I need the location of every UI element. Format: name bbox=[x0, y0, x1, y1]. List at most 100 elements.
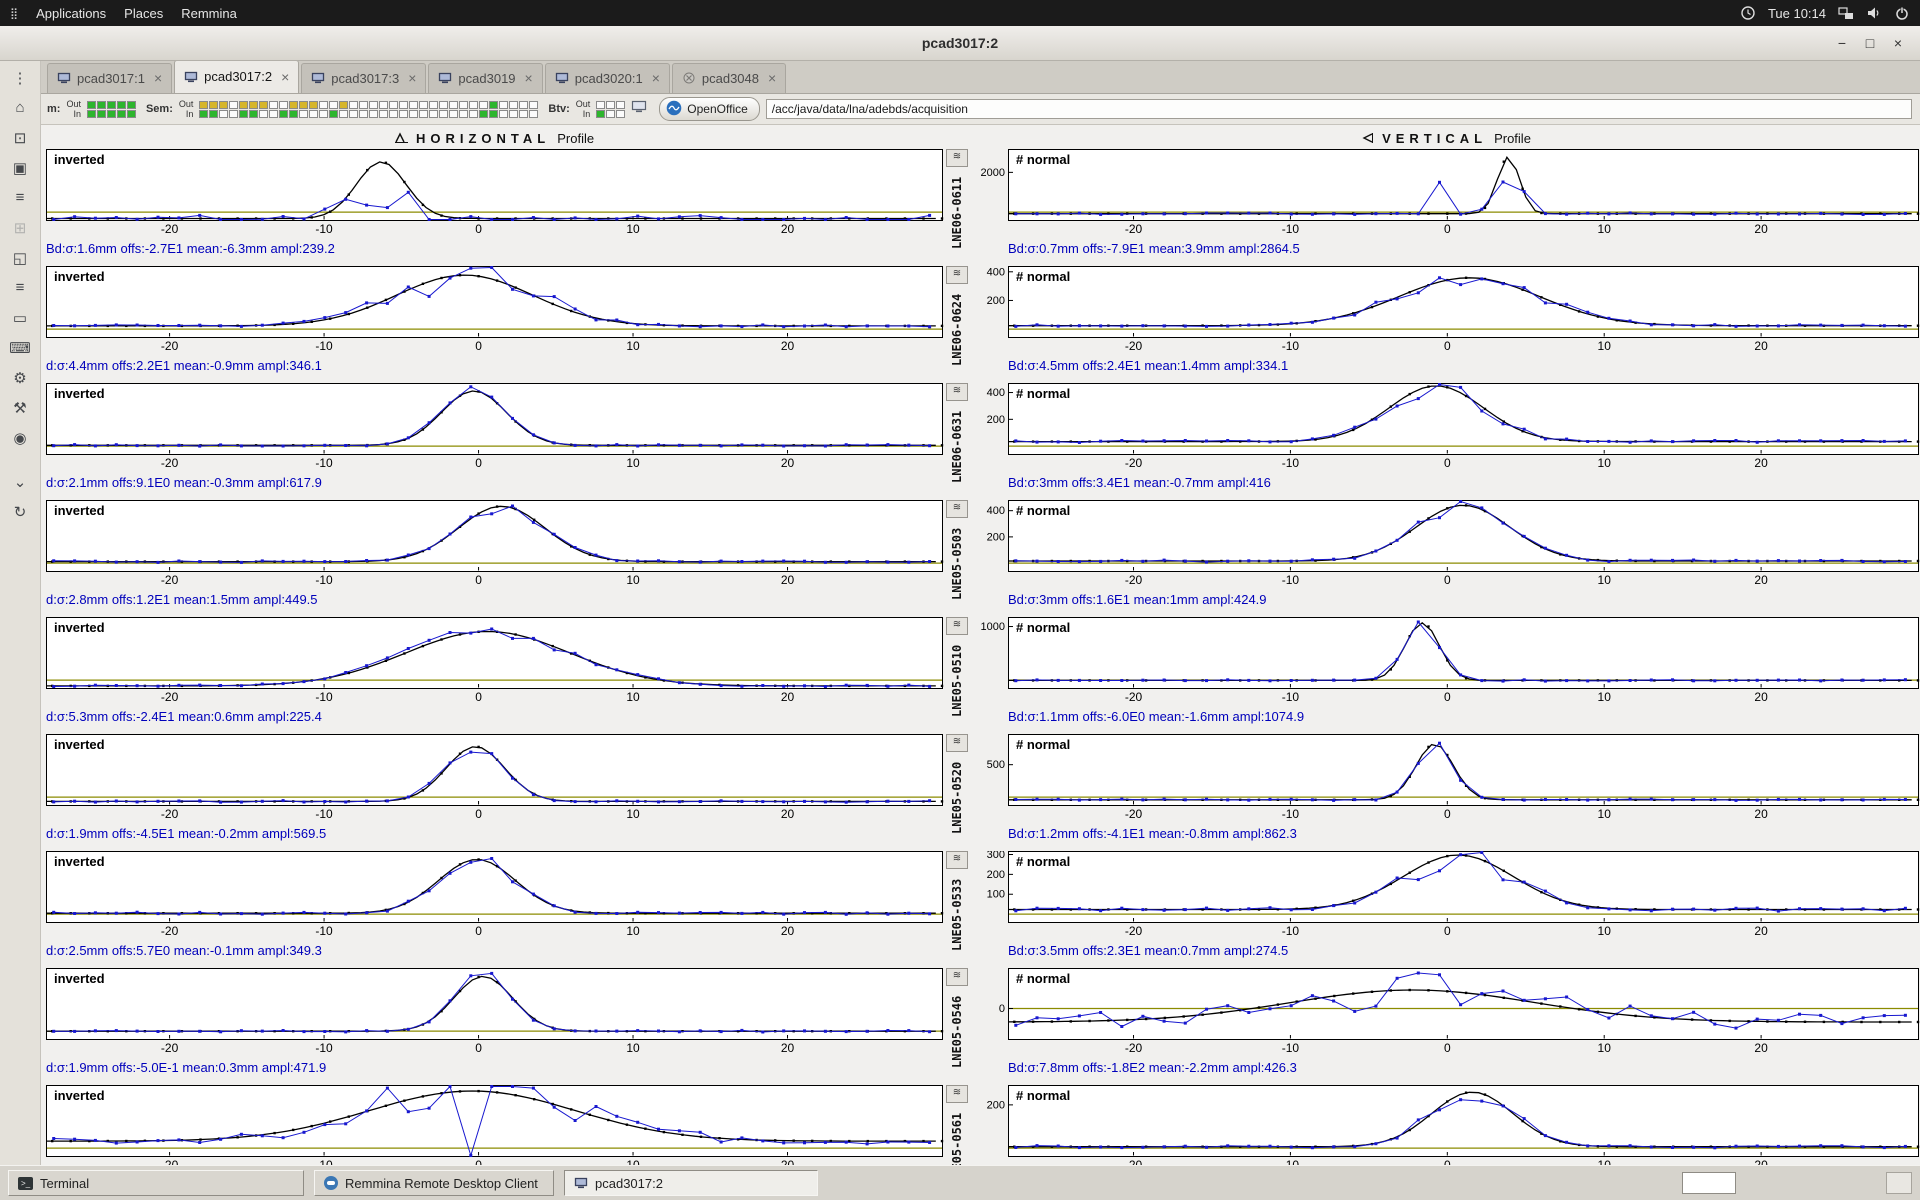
taskbar-item-3[interactable]: pcad3017:2 bbox=[564, 1170, 818, 1196]
menu-places[interactable]: Places bbox=[124, 6, 163, 21]
checkbox[interactable] bbox=[616, 109, 626, 118]
checkbox[interactable] bbox=[289, 100, 299, 109]
checkbox[interactable] bbox=[239, 100, 249, 109]
checkbox[interactable] bbox=[349, 109, 359, 118]
checkbox[interactable] bbox=[519, 109, 529, 118]
checkbox[interactable] bbox=[519, 100, 529, 109]
checkbox[interactable] bbox=[489, 100, 499, 109]
tab-pcad3017:3[interactable]: pcad3017:3 × bbox=[301, 63, 427, 93]
checkbox[interactable] bbox=[509, 109, 519, 118]
checkbox[interactable] bbox=[469, 100, 479, 109]
checkbox[interactable] bbox=[339, 109, 349, 118]
checkbox[interactable] bbox=[106, 100, 116, 109]
checkbox[interactable] bbox=[309, 109, 319, 118]
profile-type-icon[interactable]: ≋ bbox=[946, 1085, 968, 1103]
checkbox[interactable] bbox=[529, 109, 539, 118]
tab-close-icon[interactable]: × bbox=[768, 70, 776, 86]
tab-pcad3019[interactable]: pcad3019 × bbox=[428, 63, 543, 93]
checkbox[interactable] bbox=[229, 109, 239, 118]
checkbox[interactable] bbox=[389, 109, 399, 118]
checkbox[interactable] bbox=[369, 100, 379, 109]
checkbox[interactable] bbox=[199, 109, 209, 118]
scaling-icon[interactable]: ◱ bbox=[7, 246, 33, 269]
clock[interactable]: Tue 10:14 bbox=[1768, 6, 1826, 21]
tab-pcad3048[interactable]: pcad3048 × bbox=[671, 63, 787, 93]
tab-pcad3020:1[interactable]: pcad3020:1 × bbox=[544, 63, 670, 93]
checkbox[interactable] bbox=[616, 100, 626, 109]
checkbox[interactable] bbox=[596, 100, 606, 109]
checkbox[interactable] bbox=[126, 109, 136, 118]
checkbox[interactable] bbox=[349, 100, 359, 109]
checkbox[interactable] bbox=[429, 100, 439, 109]
checkbox[interactable] bbox=[86, 100, 96, 109]
tray-corner[interactable] bbox=[1886, 1172, 1912, 1194]
taskbar-item-2[interactable]: Remmina Remote Desktop Client bbox=[314, 1170, 554, 1196]
switch-tab-icon[interactable]: ≡ bbox=[7, 186, 33, 209]
profile-type-icon[interactable]: ≋ bbox=[946, 383, 968, 401]
checkbox[interactable] bbox=[529, 100, 539, 109]
checkbox[interactable] bbox=[359, 109, 369, 118]
checkbox[interactable] bbox=[429, 109, 439, 118]
path-field[interactable]: /acc/java/data/lna/adebds/acquisition bbox=[765, 99, 1912, 119]
checkbox[interactable] bbox=[399, 100, 409, 109]
taskbar-item-1[interactable]: >_ Terminal bbox=[8, 1170, 304, 1196]
home-connection-icon[interactable]: ⌂ bbox=[7, 96, 33, 119]
tab-close-icon[interactable]: × bbox=[281, 69, 289, 85]
detach-window-icon[interactable]: ▭ bbox=[7, 306, 33, 329]
checkbox[interactable] bbox=[459, 109, 469, 118]
checkbox[interactable] bbox=[479, 109, 489, 118]
menu-applications[interactable]: Applications bbox=[36, 6, 106, 21]
tab-close-icon[interactable]: × bbox=[408, 70, 416, 86]
checkbox[interactable] bbox=[419, 100, 429, 109]
checkbox[interactable] bbox=[249, 100, 259, 109]
checkbox[interactable] bbox=[479, 100, 489, 109]
checkbox[interactable] bbox=[419, 109, 429, 118]
tab-close-icon[interactable]: × bbox=[652, 70, 660, 86]
checkbox[interactable] bbox=[239, 109, 249, 118]
checkbox[interactable] bbox=[499, 109, 509, 118]
profile-type-icon[interactable]: ≋ bbox=[946, 617, 968, 635]
checkbox[interactable] bbox=[469, 109, 479, 118]
checkbox[interactable] bbox=[116, 100, 126, 109]
checkbox[interactable] bbox=[459, 100, 469, 109]
checkbox[interactable] bbox=[439, 109, 449, 118]
multi-monitor-icon[interactable]: ⊞ bbox=[7, 216, 33, 239]
checkbox[interactable] bbox=[339, 100, 349, 109]
checkbox[interactable] bbox=[369, 109, 379, 118]
preferences-icon[interactable]: ⚙ bbox=[7, 366, 33, 389]
checkbox[interactable] bbox=[359, 100, 369, 109]
checkbox[interactable] bbox=[96, 109, 106, 118]
checkbox[interactable] bbox=[259, 100, 269, 109]
checkbox[interactable] bbox=[86, 109, 96, 118]
checkbox[interactable] bbox=[489, 109, 499, 118]
checkbox[interactable] bbox=[299, 100, 309, 109]
drag-handle-icon[interactable]: ⋮ bbox=[7, 66, 33, 89]
checkbox[interactable] bbox=[289, 109, 299, 118]
checkbox[interactable] bbox=[499, 100, 509, 109]
checkbox[interactable] bbox=[319, 100, 329, 109]
checkbox[interactable] bbox=[379, 100, 389, 109]
checkbox[interactable] bbox=[199, 100, 209, 109]
checkbox[interactable] bbox=[379, 109, 389, 118]
profile-type-icon[interactable]: ≋ bbox=[946, 734, 968, 752]
maximize-button[interactable]: □ bbox=[1858, 32, 1882, 54]
minimize-button[interactable]: − bbox=[1830, 32, 1854, 54]
network-icon[interactable] bbox=[1838, 5, 1854, 21]
volume-icon[interactable] bbox=[1866, 5, 1882, 21]
display-icon[interactable] bbox=[631, 100, 647, 119]
checkbox[interactable] bbox=[209, 109, 219, 118]
checkbox[interactable] bbox=[409, 100, 419, 109]
checkbox[interactable] bbox=[259, 109, 269, 118]
tab-pcad3017:2[interactable]: pcad3017:2 × bbox=[174, 60, 300, 93]
checkbox[interactable] bbox=[279, 109, 289, 118]
checkbox[interactable] bbox=[329, 109, 339, 118]
screenshot-icon[interactable]: ◉ bbox=[7, 426, 33, 449]
checkbox[interactable] bbox=[299, 109, 309, 118]
checkbox[interactable] bbox=[269, 100, 279, 109]
checkbox[interactable] bbox=[279, 100, 289, 109]
profile-type-icon[interactable]: ≋ bbox=[946, 968, 968, 986]
checkbox[interactable] bbox=[309, 100, 319, 109]
tools-icon[interactable]: ⚒ bbox=[7, 396, 33, 419]
power-icon[interactable] bbox=[1894, 5, 1910, 21]
profile-type-icon[interactable]: ≋ bbox=[946, 500, 968, 518]
